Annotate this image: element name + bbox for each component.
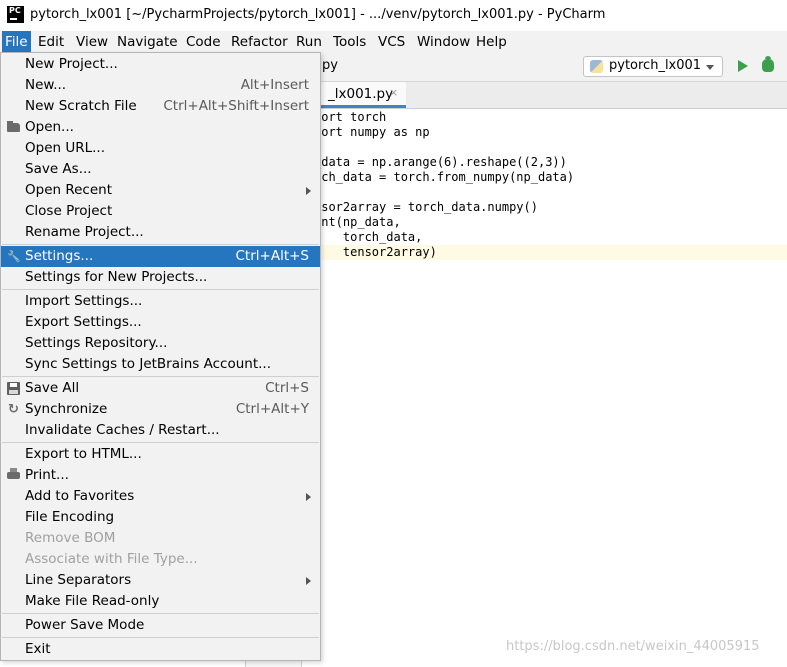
menu-item-new-scratch-file[interactable]: New Scratch File Ctrl+Alt+Shift+Insert <box>1 96 320 117</box>
menu-separator <box>2 376 319 377</box>
menu-item-add-favorites[interactable]: Add to Favorites <box>1 486 320 507</box>
code-line: port torch <box>314 110 387 124</box>
submenu-arrow-icon <box>306 577 311 585</box>
watermark: https://blog.csdn.net/weixin_44005915 <box>506 639 760 654</box>
menu-item-new-project[interactable]: New Project... <box>1 54 320 75</box>
file-menu-dropdown: New Project... New... Alt+Insert New Scr… <box>0 52 321 661</box>
run-config-selector[interactable]: pytorch_lx001 <box>583 56 723 77</box>
menu-refactor[interactable]: Refactor <box>228 31 291 53</box>
title-bar: PC pytorch_lx001 [~/PycharmProjects/pyto… <box>0 0 787 31</box>
menu-bar: File Edit View Navigate Code Refactor Ru… <box>0 31 787 54</box>
menu-item-synchronize[interactable]: ↻ Synchronize Ctrl+Alt+Y <box>1 399 320 420</box>
wrench-icon: 🔧 <box>7 250 21 263</box>
python-icon <box>590 60 603 73</box>
menu-item-import-settings[interactable]: Import Settings... <box>1 291 320 312</box>
save-icon <box>7 382 20 395</box>
menu-item-remove-bom: Remove BOM <box>25 530 116 546</box>
run-config-label: pytorch_lx001 <box>609 58 702 73</box>
menu-item-file-encoding[interactable]: File Encoding <box>1 507 320 528</box>
menu-item-save-as[interactable]: Save As... <box>1 159 320 180</box>
menu-item-open-url[interactable]: Open URL... <box>1 138 320 159</box>
code-line: port numpy as np <box>314 125 430 139</box>
menu-item-new[interactable]: New... Alt+Insert <box>1 75 320 96</box>
pycharm-logo-icon: PC <box>7 6 24 23</box>
menu-item-make-read-only[interactable]: Make File Read-only <box>1 591 320 612</box>
breadcrumb-file[interactable]: py <box>322 58 338 73</box>
menu-item-settings-new-projects[interactable]: Settings for New Projects... <box>1 267 320 288</box>
menu-item-associate-file-type: Associate with File Type... <box>25 551 198 567</box>
menu-vcs[interactable]: VCS <box>375 31 408 53</box>
close-icon[interactable]: × <box>389 86 398 99</box>
print-icon <box>7 468 20 479</box>
menu-item-invalidate-caches[interactable]: Invalidate Caches / Restart... <box>1 420 320 441</box>
tab-pytorch-lx001[interactable]: _lx001.py × <box>320 82 406 108</box>
menu-separator <box>2 289 319 290</box>
menu-item-close-project[interactable]: Close Project <box>1 201 320 222</box>
menu-separator <box>2 613 319 614</box>
tab-label: _lx001.py <box>328 86 394 102</box>
debug-icon[interactable] <box>762 56 774 72</box>
sync-icon: ↻ <box>8 402 19 417</box>
menu-item-open[interactable]: Open... <box>1 117 320 138</box>
code-line: nsor2array = torch_data.numpy() <box>314 200 538 214</box>
chevron-down-icon <box>706 65 714 70</box>
menu-item-export-html[interactable]: Export to HTML... <box>1 444 320 465</box>
menu-item-save-all[interactable]: Save All Ctrl+S <box>1 378 320 399</box>
code-line: _data = np.arange(6).reshape((2,3)) <box>314 155 567 169</box>
menu-item-exit[interactable]: Exit <box>1 639 320 660</box>
menu-help[interactable]: Help <box>473 31 510 53</box>
menu-item-rename-project[interactable]: Rename Project... <box>1 222 320 243</box>
menu-navigate[interactable]: Navigate <box>114 31 181 53</box>
menu-code[interactable]: Code <box>183 31 224 53</box>
menu-window[interactable]: Window <box>414 31 473 53</box>
menu-item-print[interactable]: Print... <box>1 465 320 486</box>
menu-item-settings[interactable]: 🔧 Settings... Ctrl+Alt+S <box>1 246 320 267</box>
submenu-arrow-icon <box>306 187 311 195</box>
menu-separator <box>2 637 319 638</box>
menu-item-power-save-mode[interactable]: Power Save Mode <box>1 615 320 636</box>
menu-item-line-separators[interactable]: Line Separators <box>1 570 320 591</box>
menu-run[interactable]: Run <box>293 31 325 53</box>
menu-view[interactable]: View <box>73 31 111 53</box>
menu-item-sync-settings[interactable]: Sync Settings to JetBrains Account... <box>1 354 320 375</box>
code-line: int(np_data, <box>314 215 401 229</box>
menu-file[interactable]: File <box>2 31 31 53</box>
code-line: torch_data, <box>314 230 423 244</box>
folder-icon <box>7 121 20 132</box>
menu-item-open-recent[interactable]: Open Recent <box>1 180 320 201</box>
menu-tools[interactable]: Tools <box>330 31 369 53</box>
window-title: pytorch_lx001 [~/PycharmProjects/pytorch… <box>30 7 606 22</box>
menu-edit[interactable]: Edit <box>35 31 67 53</box>
menu-item-export-settings[interactable]: Export Settings... <box>1 312 320 333</box>
run-icon[interactable] <box>738 60 748 72</box>
submenu-arrow-icon <box>306 493 311 501</box>
menu-separator <box>2 442 319 443</box>
menu-item-settings-repository[interactable]: Settings Repository... <box>1 333 320 354</box>
menu-separator <box>2 244 319 245</box>
code-line: rch_data = torch.from_numpy(np_data) <box>314 170 575 184</box>
